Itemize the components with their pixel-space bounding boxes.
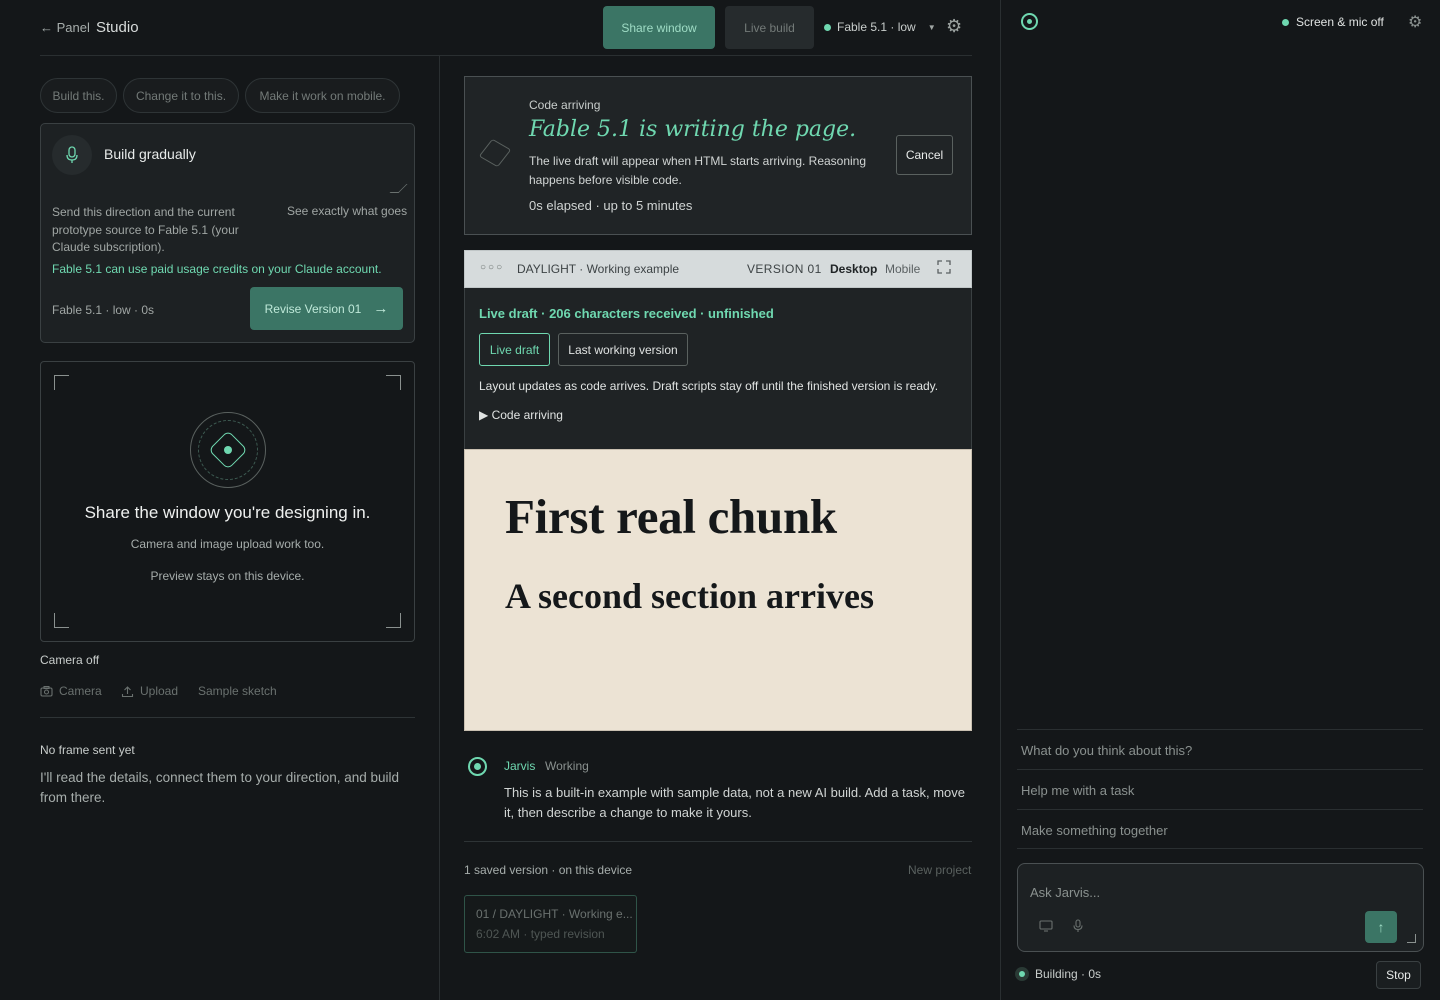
send-arrow-icon: ↑ [1377,919,1385,935]
resize-handle[interactable] [1407,934,1416,943]
preview-heading-2: A second section arrives [505,576,874,616]
screen-mic-status[interactable]: Screen & mic off [1282,15,1384,29]
suggestion-item[interactable]: What do you think about this? [1017,729,1423,769]
stop-button[interactable]: Stop [1376,961,1421,989]
jarvis-message: This is a built-in example with sample d… [504,785,966,820]
preview-title: DAYLIGHT · Working example [517,262,680,276]
tab-live-draft[interactable]: Live draft [479,333,550,366]
sample-sketch-label: Sample sketch [198,684,277,698]
see-what-goes-link[interactable]: See exactly what goes [287,204,407,218]
building-indicator [1015,967,1029,981]
monitor-icon[interactable] [1039,920,1053,932]
chip-change-it[interactable]: Change it to this. [123,78,239,113]
jarvis-state: Working [545,759,589,773]
mic-icon[interactable] [1073,919,1083,933]
gear-icon[interactable]: ⚙ [946,16,962,37]
frame-corner-tl [54,375,69,390]
frame-corner-tr [386,375,401,390]
jarvis-logo-core [1027,19,1032,24]
upload-label: Upload [140,684,179,698]
saved-version-meta: 6:02 AM · typed revision [476,927,605,941]
upload-button[interactable]: Upload [121,684,178,698]
status-dot [1282,18,1289,26]
mic-button[interactable] [52,135,92,175]
suggestion-item[interactable]: Help me with a task [1017,769,1423,809]
frame-note: I'll read the details, connect them to y… [40,770,400,805]
expand-icon[interactable] [937,260,951,274]
building-status: Building · 0s [1015,967,1101,981]
status-dot [824,23,831,31]
model-selector[interactable]: Fable 5.1 · low ▼ [824,20,936,34]
live-build-button[interactable]: Live build [725,6,814,49]
draft-status: Live draft · 206 characters received · u… [479,306,774,321]
ask-jarvis-input[interactable]: Ask Jarvis... [1030,885,1100,900]
gear-icon[interactable]: ⚙ [1408,12,1422,32]
saved-version-card[interactable] [464,895,637,953]
version-label: VERSION 01 [747,262,822,276]
new-project-link[interactable]: New project [908,863,971,877]
sample-sketch-button[interactable]: Sample sketch [198,684,277,698]
writing-title: Fable 5.1 is writing the page. [529,117,857,142]
mic-icon [66,146,78,163]
writing-description: The live draft will appear when HTML sta… [529,154,867,187]
arrow-right-icon: → [373,300,389,317]
upload-icon [121,685,134,697]
column-divider-right [1000,0,1001,1000]
desktop-toggle[interactable]: Desktop [830,262,877,276]
build-meta: Fable 5.1 · low · 0s [52,303,155,317]
window-dots-icon: ○○○ [480,262,505,273]
revise-version-button[interactable]: Revise Version 01 → [250,287,403,330]
chip-mobile[interactable]: Make it work on mobile. [245,78,400,113]
revise-label: Revise Version 01 [264,301,362,316]
send-description: Send this direction and the current prot… [52,205,239,254]
camera-status: Camera off [40,653,100,667]
send-button[interactable]: ↑ [1365,911,1397,943]
preview-heading-1: First real chunk [505,489,837,544]
credits-note: Fable 5.1 can use paid usage credits on … [52,262,382,276]
building-label: Building · 0s [1035,967,1102,981]
frame-status: No frame sent yet [40,743,135,757]
column-divider-left [439,56,440,1000]
page-title: Studio [96,19,139,36]
jarvis-name: Jarvis [504,759,536,773]
header-divider [40,55,972,56]
saved-count: 1 saved version · on this device [464,863,633,877]
elapsed-timer: 0s elapsed · up to 5 minutes [529,198,693,213]
direction-input[interactable]: Build gradually [104,146,196,162]
suggestion-item[interactable]: Make something together [1017,809,1423,849]
camera-icon [40,685,53,697]
model-label: Fable 5.1 · low [837,20,916,34]
jarvis-avatar-core [474,763,481,770]
saved-version-title: 01 / DAYLIGHT · Working e... [476,907,633,921]
frame-corner-br [386,613,401,628]
left-divider [40,717,415,718]
back-to-panel-link[interactable]: ← Panel [40,20,90,35]
code-arriving-label: Code arriving [529,98,601,112]
share-window-panel[interactable] [40,361,415,642]
frame-corner-bl [54,613,69,628]
share-target-core [224,446,232,454]
tab-last-working[interactable]: Last working version [558,333,688,366]
share-privacy-note: Preview stays on this device. [150,569,305,583]
share-subtitle: Camera and image upload work too. [130,537,325,551]
center-divider [464,841,972,842]
chevron-down-icon: ▼ [927,22,936,32]
share-window-button[interactable]: Share window [603,6,715,49]
camera-button[interactable]: Camera [40,684,102,698]
cancel-button[interactable]: Cancel [896,135,953,175]
mobile-toggle[interactable]: Mobile [885,262,920,276]
chip-build-this[interactable]: Build this. [40,78,117,113]
code-arriving-toggle[interactable]: ▶ Code arriving [479,408,563,422]
ask-jarvis-box[interactable] [1017,863,1424,952]
layout-note: Layout updates as code arrives. Draft sc… [479,379,939,393]
screen-mic-label: Screen & mic off [1296,15,1384,29]
camera-label: Camera [59,684,102,698]
share-title: Share the window you're designing in. [84,503,371,522]
